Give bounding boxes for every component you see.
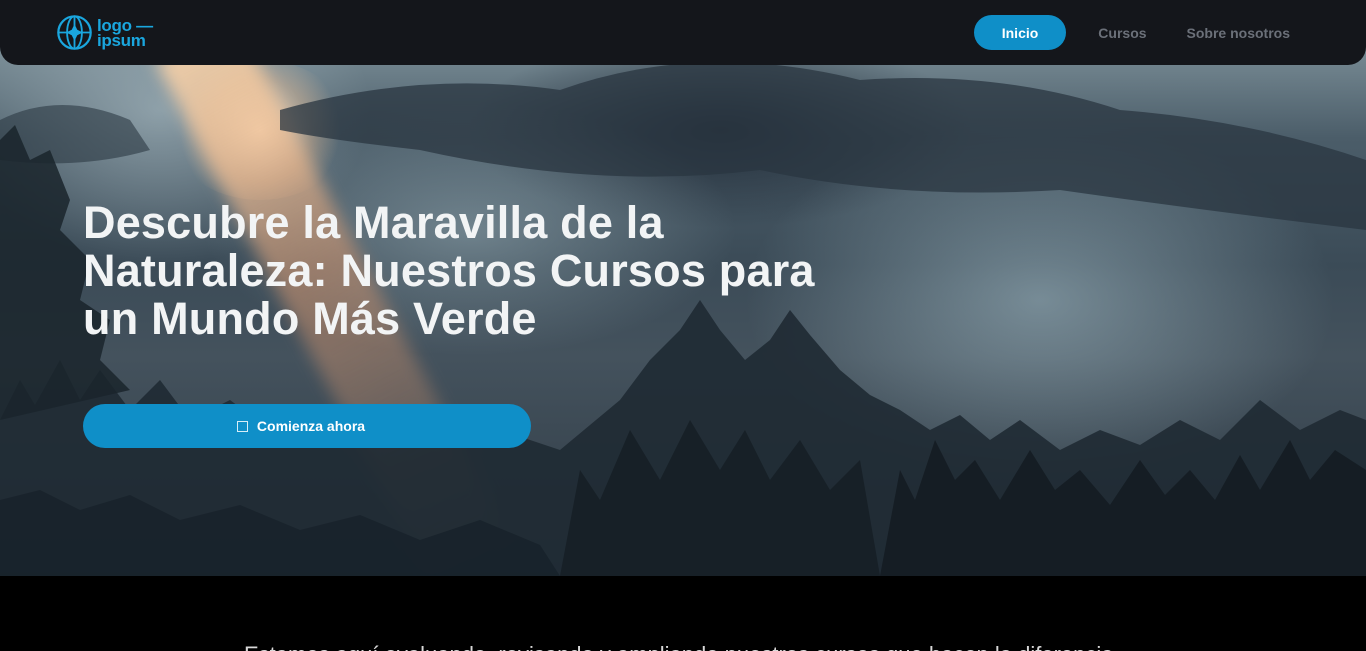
top-navbar: logo — ipsum Inicio Cursos Sobre nosotro… [0,0,1366,65]
intro-text: Estamos aquí evaluando, revisando y ampl… [244,642,1144,651]
nav-item-cursos[interactable]: Cursos [1078,15,1166,50]
square-icon [236,420,248,432]
nav-links: Inicio Cursos Sobre nosotros [973,15,1310,50]
hero-title: Descubre la Maravilla de la Naturaleza: … [83,197,815,344]
nav-item-inicio[interactable]: Inicio [973,15,1067,50]
intro-section: Estamos aquí evaluando, revisando y ampl… [0,576,1366,651]
logo-line2: ipsum [97,30,146,50]
logo[interactable]: logo — ipsum [56,14,153,51]
hero-section: Descubre la Maravilla de la Naturaleza: … [0,0,1366,576]
nav-item-sobre-nosotros[interactable]: Sobre nosotros [1167,15,1310,50]
start-now-button[interactable]: Comienza ahora [83,404,531,448]
globe-logo-icon [57,15,92,50]
logo-wordmark: logo — ipsum [97,15,153,50]
start-now-label: Comienza ahora [256,418,366,434]
